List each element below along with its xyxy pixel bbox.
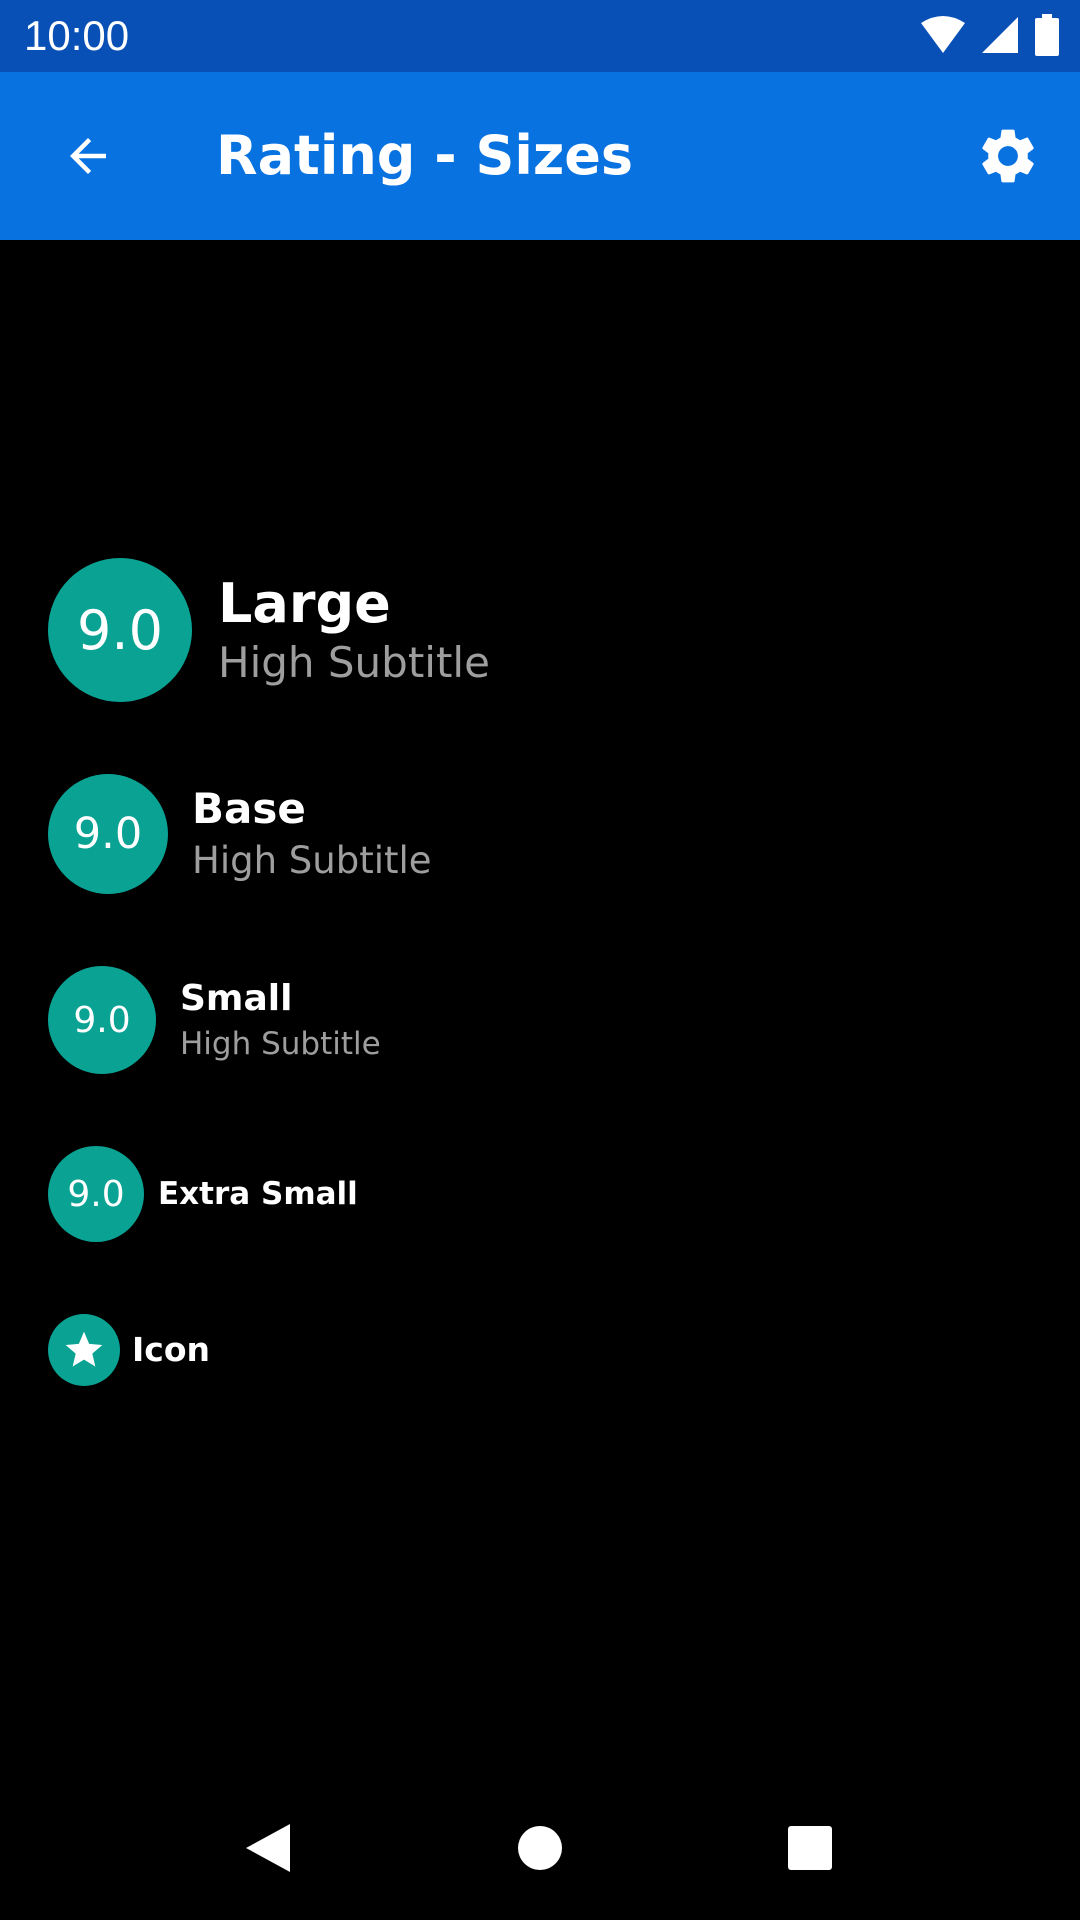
rating-subtitle: High Subtitle <box>180 1026 381 1062</box>
cellular-signal-icon <box>982 17 1018 53</box>
battery-icon <box>1035 14 1059 56</box>
rating-icon: Icon <box>48 1314 210 1386</box>
rating-title: Icon <box>132 1330 211 1369</box>
gear-icon <box>982 129 1034 183</box>
rating-subtitle: High Subtitle <box>192 839 432 882</box>
app-bar: Rating - Sizes <box>0 72 1080 240</box>
status-icons <box>920 14 1060 56</box>
screen: 10:00 Rating - Sizes 9.0 Large High Subt… <box>0 0 1080 1920</box>
rating-extra-small: 9.0 Extra Small <box>48 1146 358 1242</box>
rating-badge: 9.0 <box>48 774 168 894</box>
rating-title: Large <box>218 572 391 635</box>
rating-large: 9.0 Large High Subtitle <box>48 558 490 702</box>
navigation-bar <box>0 1776 1080 1920</box>
status-time: 10:00 <box>24 12 130 59</box>
rating-title: Base <box>192 784 306 833</box>
rating-text: Large High Subtitle <box>218 571 490 689</box>
arrow-back-icon <box>70 138 106 174</box>
wifi-icon <box>921 16 965 53</box>
nav-back-icon <box>246 1824 290 1872</box>
rating-badge <box>48 1314 120 1386</box>
nav-recents-button[interactable] <box>760 1798 860 1898</box>
rating-badge: 9.0 <box>48 1146 144 1242</box>
rating-text: Icon <box>132 1328 210 1372</box>
nav-home-icon <box>518 1826 562 1870</box>
star-icon <box>65 1331 103 1367</box>
rating-base: 9.0 Base High Subtitle <box>48 774 432 894</box>
rating-text: Small High Subtitle <box>180 975 381 1065</box>
rating-text: Base High Subtitle <box>192 782 432 886</box>
page-title: Rating - Sizes <box>216 124 634 187</box>
nav-home-button[interactable] <box>490 1798 590 1898</box>
rating-title: Extra Small <box>158 1176 358 1212</box>
rating-text: Extra Small <box>158 1174 358 1214</box>
rating-title: Small <box>180 978 293 1019</box>
back-button[interactable] <box>44 112 132 200</box>
nav-back-button[interactable] <box>218 1798 318 1898</box>
status-bar: 10:00 <box>0 0 1080 72</box>
rating-small: 9.0 Small High Subtitle <box>48 966 381 1074</box>
rating-badge: 9.0 <box>48 966 156 1074</box>
settings-button[interactable] <box>964 112 1052 200</box>
rating-subtitle: High Subtitle <box>218 638 490 687</box>
nav-recents-icon <box>788 1826 832 1870</box>
rating-badge: 9.0 <box>48 558 192 702</box>
